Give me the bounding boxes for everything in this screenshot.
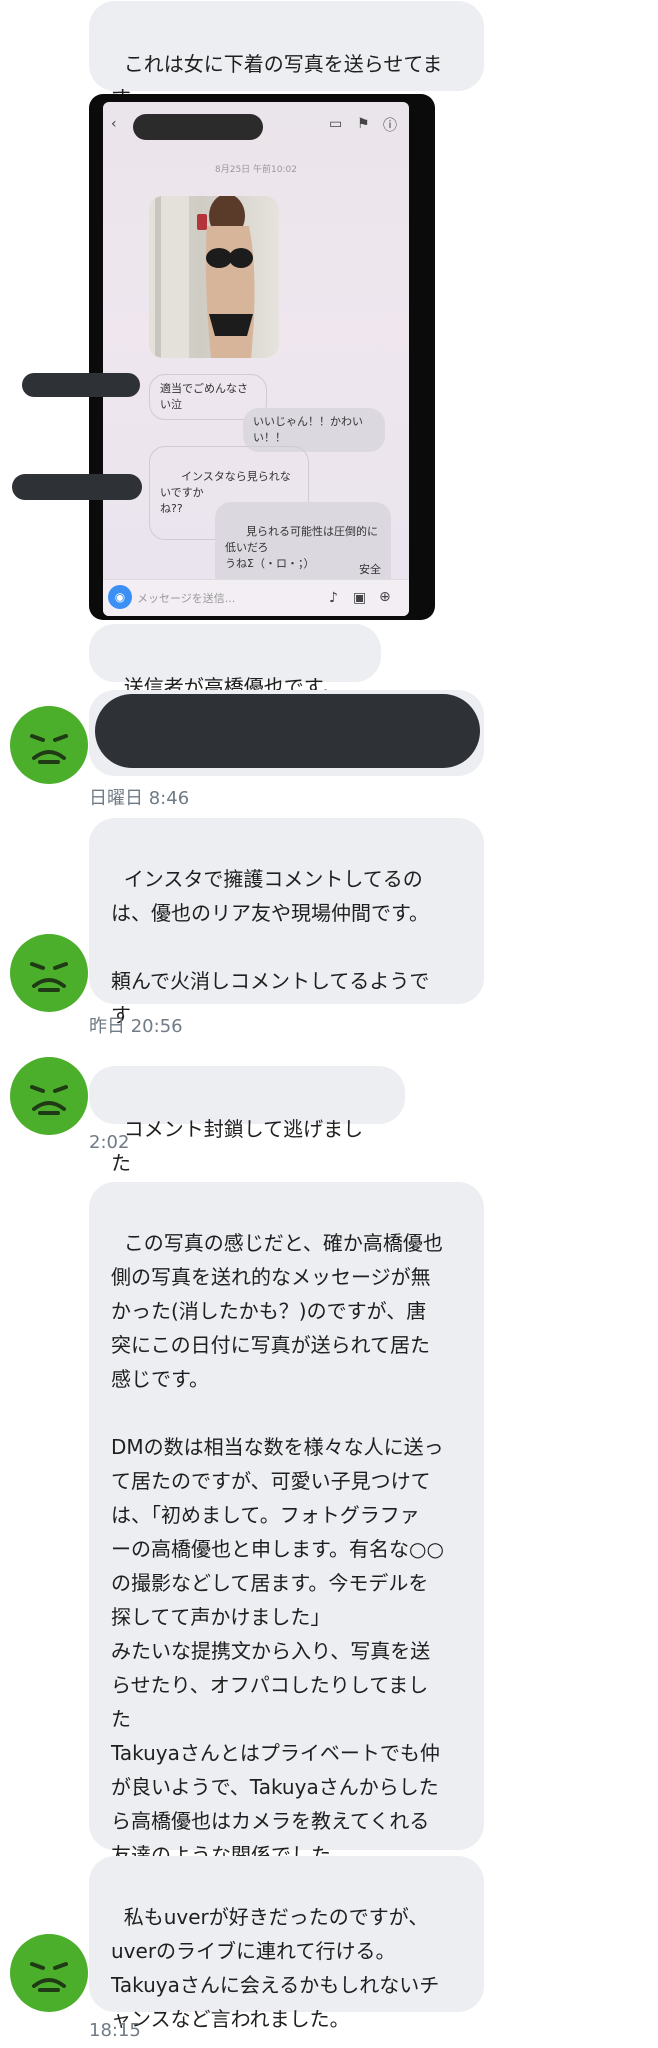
screenshot-screen: ‹ ▭ ⚑ ⓘ 8月25日 午前10:02 適当でごめんなさい泣 いいじゃん！！… [103, 102, 409, 616]
avatar[interactable] [10, 706, 88, 784]
redacted-message [95, 694, 480, 768]
avatar[interactable] [10, 1934, 88, 2012]
message-bubble: インスタで擁護コメントしてるの は、優也のリア友や現場仲間です。 頼んで火消しコ… [89, 818, 484, 1027]
nauseated-face-icon [30, 734, 68, 764]
timestamp: 18:15 [89, 2020, 141, 2041]
message-bubble: 送信者が高橋優也です。 [89, 624, 381, 699]
avatar[interactable] [10, 1057, 88, 1135]
mic-icon: ♪ [329, 590, 338, 606]
timestamp: 2:02 [89, 1132, 130, 1153]
timestamp: 日曜日 8:46 [89, 788, 190, 809]
plus-icon: ⊕ [379, 589, 391, 605]
video-icon: ▭ [329, 116, 343, 132]
back-icon: ‹ [111, 116, 117, 132]
info-icon: ⓘ [383, 118, 397, 134]
message-bubble: 私もuverが好きだったのですが、 uverのライブに連れて行ける。 Takuy… [89, 1856, 484, 2031]
message-text: この写真の感じだと、確か高橋優也 側の写真を送れ的なメッセージが無 かった(消し… [111, 1231, 444, 1867]
nauseated-face-icon [30, 962, 68, 992]
attached-screenshot[interactable]: ‹ ▭ ⚑ ⓘ 8月25日 午前10:02 適当でごめんなさい泣 いいじゃん！！… [89, 94, 435, 620]
redaction-bar [22, 373, 140, 397]
screenshot-input-bar: ◉ メッセージを送信... ♪ ▣ ⊕ [103, 579, 409, 616]
camera-icon: ◉ [108, 585, 132, 609]
message-text: 私もuverが好きだったのですが、 uverのライブに連れて行ける。 Takuy… [111, 1905, 440, 2031]
screenshot-input-placeholder: メッセージを送信... [137, 592, 236, 605]
nauseated-face-icon [30, 1085, 68, 1115]
nauseated-face-icon [30, 1962, 68, 1992]
message-bubble: コメント封鎖して逃げました [89, 1066, 405, 1175]
message-bubble: これは女に下着の写真を送らせてま す [89, 1, 484, 110]
message-text: インスタで擁護コメントしてるの は、優也のリア友や現場仲間です。 頼んで火消しコ… [111, 867, 430, 1027]
message-bubble [89, 690, 484, 776]
attached-photo [149, 196, 279, 358]
timestamp: 昨日 20:56 [89, 1016, 183, 1037]
flag-icon: ⚑ [357, 116, 370, 132]
image-icon: ▣ [353, 590, 367, 606]
redacted-username [133, 114, 263, 140]
redaction-bar [12, 474, 142, 500]
avatar[interactable] [10, 934, 88, 1012]
message-text: コメント封鎖して逃げました [111, 1117, 364, 1175]
message-bubble: この写真の感じだと、確か高橋優也 側の写真を送れ的なメッセージが無 かった(消し… [89, 1182, 484, 1867]
screenshot-date: 8月25日 午前10:02 [215, 165, 297, 175]
